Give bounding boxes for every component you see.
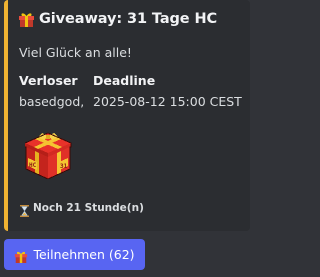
prize-gift-box-image[interactable]: HC 31 <box>21 127 75 180</box>
embed-title: Giveaway: 31 Tage HC <box>39 11 218 27</box>
field-deadline: Deadline 2025-08-12 15:00 CEST <box>93 73 242 109</box>
hourglass-icon <box>20 202 29 217</box>
field-deadline-value: 2025-08-12 15:00 CEST <box>93 94 242 109</box>
embed-footer: Noch 21 Stunde(n) <box>20 202 144 217</box>
field-host: Verloser basedgod, <box>19 73 84 109</box>
svg-text:HC: HC <box>29 162 37 169</box>
embed-description: Viel Glück an alle! <box>19 45 132 60</box>
gift-icon <box>18 11 35 27</box>
join-giveaway-button[interactable]: Teilnehmen (62) <box>4 239 145 270</box>
giveaway-embed: Giveaway: 31 Tage HC Viel Glück an alle!… <box>4 0 250 231</box>
field-host-name: Verloser <box>19 73 78 88</box>
svg-text:31: 31 <box>60 163 68 170</box>
gift-icon <box>14 248 28 263</box>
field-deadline-name: Deadline <box>93 73 156 88</box>
field-host-value: basedgod, <box>19 94 85 109</box>
join-button-label: Teilnehmen (62) <box>33 247 135 262</box>
footer-text: Noch 21 Stunde(n) <box>33 202 144 214</box>
embed-title-row: Giveaway: 31 Tage HC <box>18 11 217 27</box>
